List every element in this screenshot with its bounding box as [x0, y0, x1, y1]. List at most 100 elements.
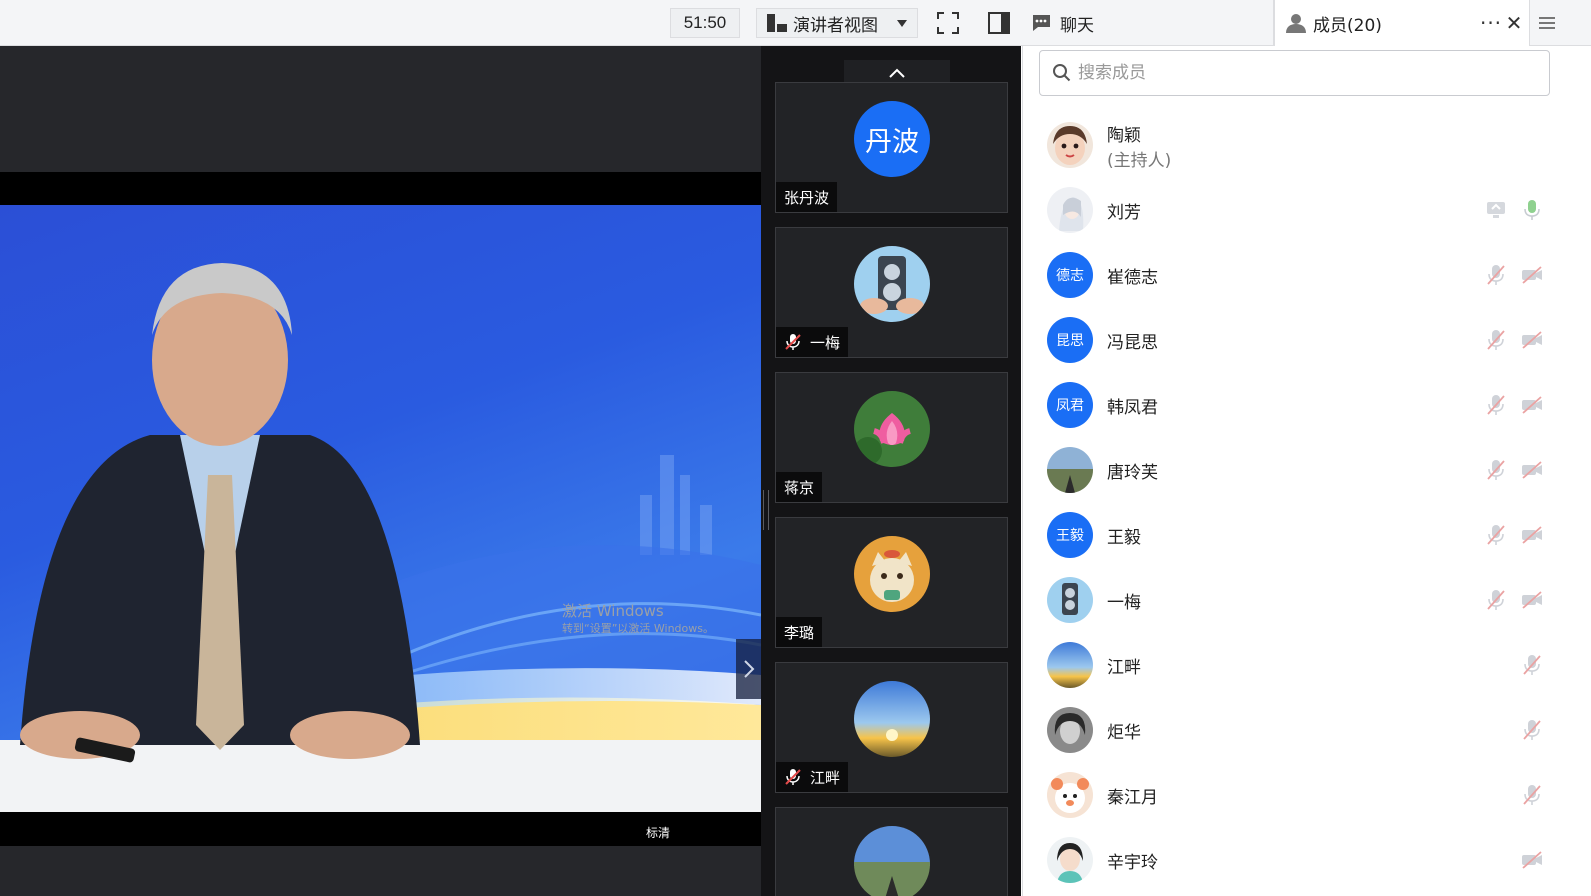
member-row[interactable]: 德志 崔德志	[1040, 245, 1560, 305]
member-name: 一梅	[1107, 593, 1141, 613]
tile-name-label: 张丹波	[776, 182, 838, 212]
video-tile[interactable]: 蒋京	[775, 372, 1008, 503]
avatar	[1047, 707, 1093, 753]
camera-off-icon[interactable]	[1520, 263, 1544, 287]
close-icon[interactable]: ✕	[1503, 8, 1525, 38]
camera-off-icon[interactable]	[1520, 588, 1544, 612]
member-row[interactable]: 王毅 王毅	[1040, 505, 1560, 565]
chevron-right-icon	[743, 660, 754, 678]
member-name: 崔德志	[1107, 268, 1158, 288]
mic-muted-icon[interactable]	[1484, 523, 1508, 547]
activation-watermark-title: 激活 Windows	[562, 602, 664, 620]
video-tile[interactable]: 江畔	[775, 662, 1008, 793]
mic-muted-icon[interactable]	[1484, 328, 1508, 352]
participant-name: 李璐	[784, 623, 815, 642]
meeting-app: 51:50 演讲者视图 聊天 成员(20) ··· ✕ 激活 Windows 转…	[0, 0, 1591, 896]
tab-chat-label: 聊天	[1060, 15, 1094, 36]
tab-chat[interactable]: 聊天	[1022, 0, 1274, 46]
member-row[interactable]: 昆思 冯昆思	[1040, 310, 1560, 370]
gallery-resize-handle[interactable]	[763, 490, 769, 530]
view-mode-label: 演讲者视图	[793, 15, 878, 36]
activation-watermark-subtitle: 转到“设置”以激活 Windows。	[562, 622, 714, 635]
member-name: 刘芳	[1107, 203, 1141, 223]
avatar	[1047, 577, 1093, 623]
view-mode-dropdown[interactable]: 演讲者视图	[756, 8, 918, 38]
avatar: 丹波	[854, 101, 930, 177]
avatar: 昆思	[1047, 317, 1093, 363]
search-input[interactable]	[1078, 63, 1518, 83]
mic-muted-icon[interactable]	[1484, 458, 1508, 482]
video-tile[interactable]	[775, 807, 1008, 896]
video-tile[interactable]: 丹波 张丹波	[775, 82, 1008, 213]
chevron-down-icon	[897, 20, 907, 27]
camera-off-icon[interactable]	[1520, 393, 1544, 417]
hamburger-menu-icon[interactable]	[1536, 8, 1558, 38]
member-row[interactable]: 江畔	[1040, 635, 1560, 695]
mic-muted-icon[interactable]	[1520, 783, 1544, 807]
avatar	[1047, 772, 1093, 818]
member-row[interactable]: 秦江月	[1040, 765, 1560, 825]
avatar	[1047, 187, 1093, 233]
member-row[interactable]: 唐玲芙	[1040, 440, 1560, 500]
layout-icon	[767, 14, 787, 32]
mic-muted-icon[interactable]	[1484, 588, 1508, 612]
avatar	[854, 536, 930, 612]
meeting-timer: 51:50	[670, 8, 740, 38]
member-row[interactable]: 凤君 韩凤君	[1040, 375, 1560, 435]
member-search-box[interactable]	[1039, 50, 1550, 96]
member-role: (主持人)	[1107, 151, 1172, 171]
member-name: 江畔	[1107, 658, 1141, 678]
video-tile[interactable]: 李璐	[775, 517, 1008, 648]
member-row[interactable]: 辛宇玲	[1040, 830, 1560, 890]
member-name: 秦江月	[1107, 788, 1158, 808]
search-icon	[1053, 64, 1071, 82]
avatar	[854, 246, 930, 322]
tile-name-label: 蒋京	[776, 472, 823, 502]
mic-muted-icon[interactable]	[1484, 263, 1508, 287]
chevron-up-icon	[889, 68, 905, 78]
camera-off-icon[interactable]	[1520, 848, 1544, 872]
camera-off-icon[interactable]	[1520, 328, 1544, 352]
avatar: 王毅	[1047, 512, 1093, 558]
member-row[interactable]: 刘芳	[1040, 180, 1560, 240]
collapse-gallery-button[interactable]	[736, 639, 761, 699]
camera-off-icon[interactable]	[1520, 458, 1544, 482]
avatar	[1047, 122, 1093, 168]
member-row[interactable]: 炬华	[1040, 700, 1560, 760]
member-name: 唐玲芙	[1107, 463, 1158, 483]
video-tile[interactable]: 一梅	[775, 227, 1008, 358]
top-toolbar: 51:50 演讲者视图 聊天 成员(20) ··· ✕	[0, 0, 1591, 46]
mic-muted-icon[interactable]	[1520, 718, 1544, 742]
member-name: 炬华	[1107, 723, 1141, 743]
avatar	[854, 826, 930, 896]
toggle-sidebar-button[interactable]	[984, 8, 1014, 38]
avatar	[1047, 642, 1093, 688]
fullscreen-button[interactable]	[933, 8, 963, 38]
more-options-icon[interactable]: ···	[1480, 8, 1502, 38]
speaker-video[interactable]	[0, 205, 761, 812]
video-quality-label[interactable]: 标清	[646, 824, 670, 841]
mic-muted-icon[interactable]	[1520, 653, 1544, 677]
mic-muted-icon	[785, 334, 801, 350]
member-name: 陶颖	[1107, 126, 1141, 146]
participant-name: 张丹波	[784, 188, 830, 207]
chat-icon	[1032, 15, 1050, 31]
mic-on-icon[interactable]	[1520, 198, 1544, 222]
avatar	[854, 391, 930, 467]
mic-muted-icon[interactable]	[1484, 393, 1508, 417]
screen-share-icon[interactable]	[1484, 198, 1508, 222]
member-name: 王毅	[1107, 528, 1141, 548]
member-row[interactable]: 陶颖 (主持人)	[1040, 115, 1560, 175]
avatar: 德志	[1047, 252, 1093, 298]
tab-members-label: 成员(20)	[1313, 15, 1382, 36]
member-row[interactable]: 一梅	[1040, 570, 1560, 630]
camera-off-icon[interactable]	[1520, 523, 1544, 547]
member-name: 冯昆思	[1107, 333, 1158, 353]
participant-name: 蒋京	[784, 478, 815, 497]
avatar	[1047, 837, 1093, 883]
tile-name-label: 一梅	[776, 327, 849, 357]
participant-name: 江畔	[810, 768, 841, 787]
sidebar-icon	[988, 12, 1010, 34]
avatar	[854, 681, 930, 757]
participant-name: 一梅	[810, 333, 841, 352]
